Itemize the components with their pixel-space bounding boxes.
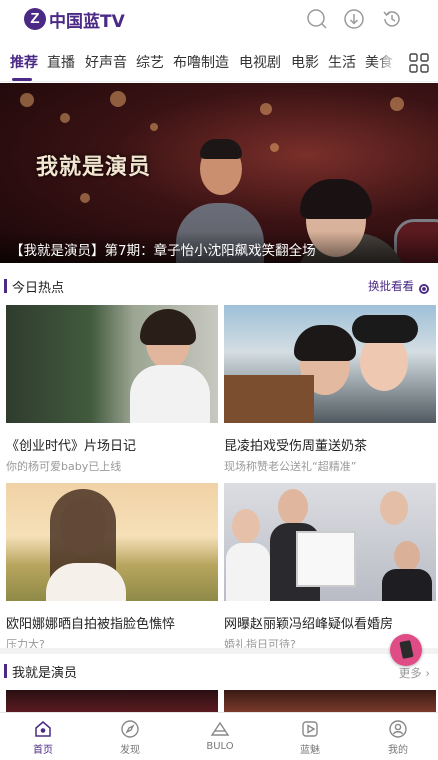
nav-label: 发现 <box>120 745 140 756</box>
inset-photo <box>296 531 356 587</box>
tab-voice[interactable]: 好声音 <box>85 52 127 72</box>
bokeh-light <box>80 193 90 203</box>
video-thumbnail <box>6 483 218 601</box>
bulo-icon <box>210 721 230 736</box>
bokeh-light <box>260 103 272 115</box>
tab-bulo-made[interactable]: 布噜制造 <box>173 52 229 72</box>
active-tab-indicator <box>12 78 32 81</box>
user-icon <box>389 720 407 738</box>
refresh-icon[interactable] <box>418 280 430 294</box>
section-accent-bar <box>4 279 7 293</box>
card-subtitle: 现场称赞老公送礼“超精准” <box>224 460 357 473</box>
person-head <box>380 491 408 525</box>
card-title: 网曝赵丽颖冯绍峰疑似看婚房 <box>224 617 394 632</box>
person-head <box>232 509 260 543</box>
tab-movie[interactable]: 电影 <box>291 52 319 72</box>
search-icon[interactable] <box>306 8 328 30</box>
nav-label: 我的 <box>388 745 408 756</box>
discover-icon <box>121 720 139 738</box>
video-card[interactable]: 网曝赵丽颖冯绍峰疑似看婚房 婚礼指日可待? <box>224 483 436 652</box>
nav-mine[interactable]: 我的 <box>373 719 423 756</box>
video-card[interactable]: 昆凌拍戏受伤周董送奶茶 现场称赞老公送礼“超精准” <box>224 305 436 474</box>
nav-bulo[interactable]: BULO <box>195 719 245 752</box>
bokeh-light <box>60 113 70 123</box>
tab-variety[interactable]: 综艺 <box>136 52 164 72</box>
guest-hair <box>300 179 372 219</box>
bokeh-light <box>150 123 158 131</box>
card-title: 昆凌拍戏受伤周董送奶茶 <box>224 439 368 454</box>
jacket-shape <box>224 375 314 423</box>
section-divider <box>0 648 438 654</box>
person-body <box>226 543 270 601</box>
hero-banner[interactable]: 我就是演员 【我就是演员】第7期：章子怡小沈阳飙戏笑翻全场 <box>0 83 438 263</box>
bottom-navigation: 首页 发现 BULO 蓝魅 我的 <box>0 712 438 760</box>
nav-label: 蓝魅 <box>300 745 320 756</box>
actor-section-header: 我就是演员 <box>0 656 438 686</box>
banner-caption: 【我就是演员】第7期：章子怡小沈阳飙戏笑翻全场 <box>0 231 438 263</box>
tab-recommend[interactable]: 推荐 <box>10 52 38 72</box>
floating-promo-button[interactable] <box>390 634 422 666</box>
person-hair <box>294 325 356 361</box>
logo-text: 中国蓝TV <box>49 11 125 32</box>
tab-live[interactable]: 直播 <box>47 52 75 72</box>
person-head <box>394 541 420 571</box>
grid-menu-icon[interactable] <box>406 50 432 76</box>
play-icon <box>302 721 318 737</box>
host-hair <box>200 139 242 159</box>
bokeh-light <box>110 91 126 107</box>
home-icon <box>35 721 51 737</box>
video-thumbnail <box>224 305 436 423</box>
person-head <box>278 489 308 525</box>
section-accent-bar <box>4 664 7 678</box>
app-header: Z 中国蓝TV <box>0 0 438 40</box>
app-logo[interactable]: Z 中国蓝TV <box>24 8 125 32</box>
phone-icon <box>399 640 414 659</box>
bokeh-light <box>270 143 279 152</box>
bokeh-light <box>390 97 404 111</box>
video-thumbnail <box>6 305 218 423</box>
video-card[interactable]: 欧阳娜娜晒自拍被指脸色憔悴 压力大? <box>6 483 218 652</box>
bokeh-light <box>20 93 34 107</box>
video-card[interactable]: 《创业时代》片场日记 你的杨可爱baby已上线 <box>6 305 218 474</box>
download-icon[interactable] <box>343 8 365 30</box>
person-body <box>130 365 210 423</box>
nav-label: BULO <box>206 741 234 752</box>
video-thumbnail-partial[interactable] <box>224 690 436 712</box>
nav-discover[interactable]: 发现 <box>105 719 155 756</box>
nav-label: 首页 <box>33 745 53 756</box>
refresh-button[interactable]: 换批看看 <box>368 278 414 294</box>
history-icon[interactable] <box>381 8 403 30</box>
more-button[interactable]: 更多 › <box>399 665 430 681</box>
more-label: 更多 <box>398 666 422 680</box>
cap-shape <box>352 315 418 343</box>
nav-home[interactable]: 首页 <box>18 719 68 756</box>
hot-section-header: 今日热点 换批看看 <box>0 271 438 301</box>
tab-tv-series[interactable]: 电视剧 <box>239 52 281 72</box>
card-title: 欧阳娜娜晒自拍被指脸色憔悴 <box>6 617 176 632</box>
video-thumbnail <box>224 483 436 601</box>
section-title: 我就是演员 <box>12 666 78 681</box>
category-tabs: 推荐 直播 好声音 综艺 布噜制造 电视剧 电影 生活 美食 <box>0 44 438 82</box>
card-subtitle: 你的杨可爱baby已上线 <box>6 460 122 473</box>
show-title-art: 我就是演员 <box>36 155 152 180</box>
tab-life[interactable]: 生活 <box>328 52 356 72</box>
person-body <box>46 563 126 601</box>
section-title: 今日热点 <box>12 281 65 296</box>
nav-lanmei[interactable]: 蓝魅 <box>285 719 335 756</box>
person-hair <box>140 309 196 345</box>
video-thumbnail-partial[interactable] <box>6 690 218 712</box>
card-title: 《创业时代》片场日记 <box>6 439 137 454</box>
tabs-fade <box>374 44 398 81</box>
logo-mark: Z <box>24 8 46 30</box>
chevron-right-icon: › <box>425 666 430 680</box>
person-body <box>382 569 432 601</box>
